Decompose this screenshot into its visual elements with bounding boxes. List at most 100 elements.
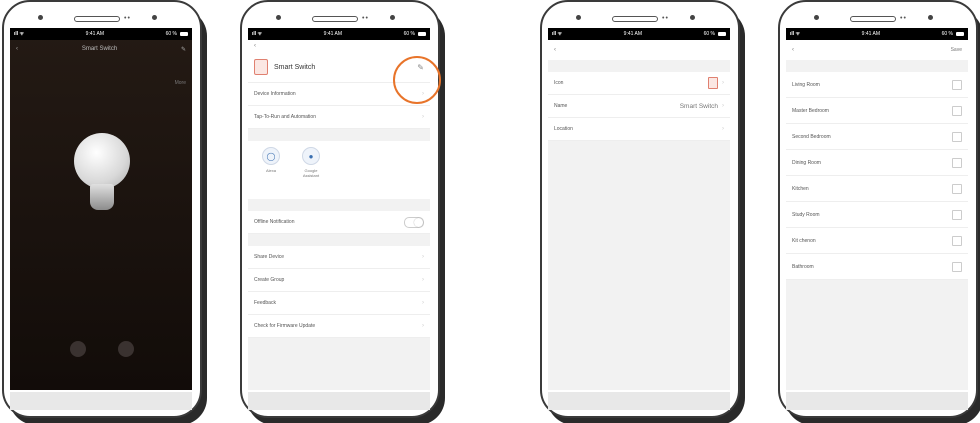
- phone-bezel: ••: [270, 8, 410, 26]
- service-label: Google Assistant: [302, 168, 320, 178]
- row-location[interactable]: Location ›: [548, 118, 730, 141]
- battery-icon: [179, 32, 188, 36]
- room-label: Living Room: [792, 81, 820, 88]
- status-time: 9:41 AM: [623, 31, 643, 37]
- offline-toggle[interactable]: [404, 216, 424, 228]
- status-bar: ıll ᯤ 9:41 AM 60 %: [248, 28, 430, 40]
- status-time: 9:41 AM: [323, 31, 343, 37]
- sensor-dots: ••: [124, 15, 131, 22]
- power-button[interactable]: [70, 341, 86, 357]
- checkbox-icon[interactable]: [952, 235, 962, 246]
- back-icon[interactable]: ‹: [554, 47, 556, 53]
- row-feedback[interactable]: Feedback ›: [248, 292, 430, 315]
- row-value: Smart Switch: [679, 102, 718, 110]
- room-label: Master Bedroom: [792, 107, 829, 114]
- room-label: Dining Room: [792, 159, 821, 166]
- google-service[interactable]: ● Google Assistant: [298, 147, 324, 178]
- more-link[interactable]: More: [175, 80, 186, 86]
- room-label: Study Room: [792, 211, 820, 218]
- camera-icon: [690, 15, 695, 20]
- device-icon: [254, 59, 268, 75]
- phone-bezel: ••: [808, 8, 948, 26]
- row-share-device[interactable]: Share Device ›: [248, 246, 430, 269]
- save-button[interactable]: Save: [951, 47, 962, 53]
- signal-icon: ıll ᯤ: [790, 31, 801, 37]
- phone-room-select: •• ıll ᯤ 9:41 AM 60 % ‹ Save Living Room M…: [778, 0, 980, 420]
- google-assistant-icon: ●: [302, 147, 320, 165]
- bulb-icon[interactable]: [74, 133, 130, 189]
- checkbox-icon[interactable]: [952, 209, 962, 220]
- edit-icon[interactable]: ✎: [181, 46, 186, 53]
- room-row[interactable]: Kitchen: [786, 176, 968, 202]
- checkbox-icon[interactable]: [952, 105, 962, 116]
- screen: ıll ᯤ 9:41 AM 60 % ‹ Save Living Room Mast…: [786, 28, 968, 390]
- status-time: 9:41 AM: [85, 31, 105, 37]
- room-row[interactable]: Bathroom: [786, 254, 968, 280]
- row-label: Share Device: [254, 254, 285, 260]
- camera-icon: [576, 15, 581, 20]
- phone-bezel: ••: [32, 8, 172, 26]
- row-label: Location: [554, 126, 573, 132]
- row-label: Offline Notification: [254, 219, 295, 225]
- sensor-dots: ••: [662, 15, 669, 22]
- chevron-right-icon: ›: [722, 80, 724, 86]
- page-title: Smart Switch: [81, 46, 118, 52]
- home-bar: [248, 392, 430, 410]
- room-label: Bathroom: [792, 263, 814, 270]
- checkbox-icon[interactable]: [952, 261, 962, 272]
- checkbox-icon[interactable]: [952, 131, 962, 142]
- checkbox-icon[interactable]: [952, 157, 962, 168]
- screen: ıll ᯤ 9:41 AM 60 % ‹ Icon › Name Smart Swi…: [548, 28, 730, 390]
- room-row[interactable]: Second Bedroom: [786, 124, 968, 150]
- row-label: Create Group: [254, 277, 285, 283]
- signal-icon: ıll ᯤ: [14, 31, 25, 37]
- speaker-grille: [312, 16, 358, 22]
- camera-icon: [928, 15, 933, 20]
- battery-text: 60 %: [165, 31, 177, 37]
- status-bar: ıll ᯤ 9:41 AM 60 %: [786, 28, 968, 40]
- room-label: Kit chenon: [792, 237, 816, 244]
- section-header: [248, 234, 430, 246]
- room-row[interactable]: Study Room: [786, 202, 968, 228]
- row-create-group[interactable]: Create Group ›: [248, 269, 430, 292]
- nav-bar: ‹: [548, 40, 730, 60]
- speaker-grille: [74, 16, 120, 22]
- row-name[interactable]: Name Smart Switch ›: [548, 95, 730, 118]
- chevron-right-icon: ›: [422, 300, 424, 306]
- phone-device-panel: •• ıll ᯤ 9:41 AM 60 % ‹ Smart Switch ✎ M…: [2, 0, 208, 420]
- camera-icon: [152, 15, 157, 20]
- back-icon[interactable]: ‹: [792, 47, 794, 53]
- row-automation[interactable]: Tap-To-Run and Automation ›: [248, 106, 430, 129]
- alexa-service[interactable]: ◯ Alexa: [258, 147, 284, 173]
- chevron-right-icon: ›: [422, 323, 424, 329]
- row-offline-notification: Offline Notification: [248, 211, 430, 234]
- battery-text: 60 %: [941, 31, 953, 37]
- room-row[interactable]: Master Bedroom: [786, 98, 968, 124]
- battery-text: 60 %: [703, 31, 715, 37]
- room-row[interactable]: Kit chenon: [786, 228, 968, 254]
- checkbox-icon[interactable]: [952, 183, 962, 194]
- row-label: Check for Firmware Update: [254, 323, 316, 329]
- phone-bezel: ••: [570, 8, 710, 26]
- room-label: Second Bedroom: [792, 133, 831, 140]
- room-row[interactable]: Living Room: [786, 72, 968, 98]
- battery-icon: [417, 32, 426, 36]
- camera-icon: [814, 15, 819, 20]
- chevron-right-icon: ›: [422, 277, 424, 283]
- row-icon[interactable]: Icon ›: [548, 72, 730, 95]
- row-label: Tap-To-Run and Automation: [254, 114, 316, 120]
- back-icon[interactable]: ‹: [16, 46, 18, 52]
- checkbox-icon[interactable]: [952, 79, 962, 90]
- back-icon[interactable]: ‹: [254, 43, 256, 49]
- home-bar: [548, 392, 730, 410]
- signal-icon: ıll ᯤ: [252, 31, 263, 37]
- home-bar: [786, 392, 968, 410]
- room-row[interactable]: Dining Room: [786, 150, 968, 176]
- chevron-right-icon: ›: [422, 254, 424, 260]
- alexa-icon: ◯: [262, 147, 280, 165]
- row-firmware-update[interactable]: Check for Firmware Update ›: [248, 315, 430, 338]
- spacer: [548, 60, 730, 72]
- timer-button[interactable]: [118, 341, 134, 357]
- nav-bar: ‹ Save: [786, 40, 968, 60]
- service-label: Alexa: [265, 168, 276, 173]
